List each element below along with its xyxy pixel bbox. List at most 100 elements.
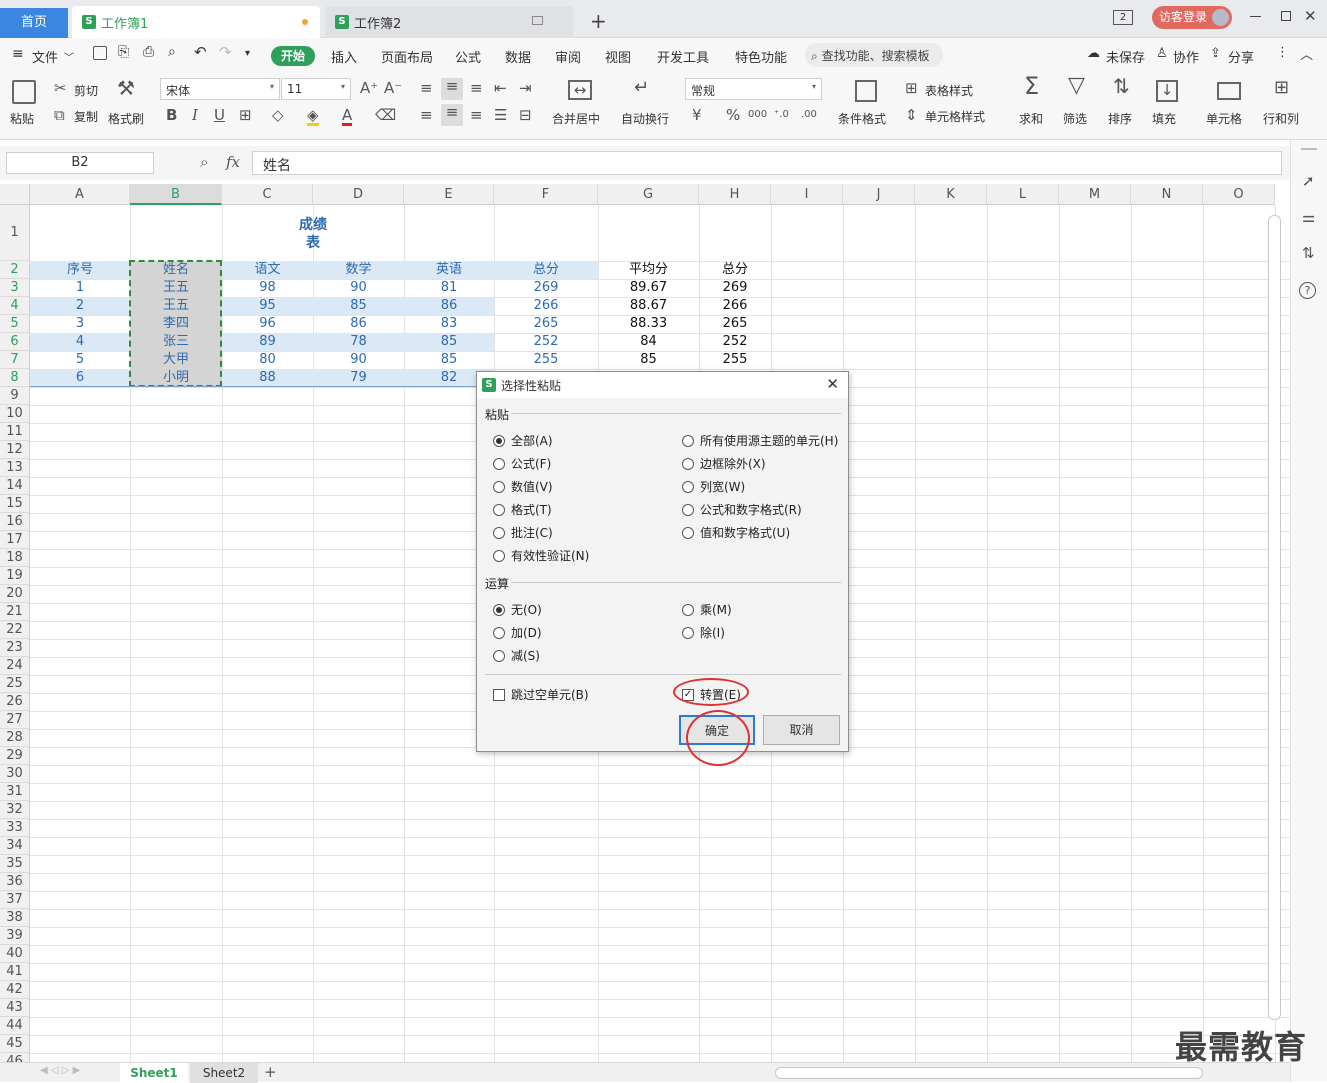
maximize-icon[interactable]: [1281, 11, 1291, 21]
percent-icon[interactable]: %: [726, 107, 740, 123]
guest-login-button[interactable]: 访客登录: [1152, 6, 1232, 29]
data-cell[interactable]: 85: [598, 351, 699, 369]
data-cell[interactable]: 81: [404, 279, 494, 297]
column-header-D[interactable]: D: [313, 184, 404, 205]
data-cell[interactable]: 255: [494, 351, 598, 369]
sheet-nav-icon[interactable]: ◀ ◁ ▷ ▶: [40, 1065, 80, 1076]
increase-font-icon[interactable]: A⁺: [360, 80, 378, 96]
fill-down-icon[interactable]: ↓: [1156, 80, 1178, 102]
data-cell[interactable]: 89.67: [598, 279, 699, 297]
paste-option[interactable]: 格式(T): [493, 501, 552, 518]
share-icon[interactable]: ⇪: [1210, 46, 1221, 61]
home-tab[interactable]: 首页: [0, 8, 68, 38]
header-cell[interactable]: 总分: [494, 261, 598, 279]
row-header-19[interactable]: 19: [0, 567, 30, 585]
data-cell[interactable]: 88: [222, 369, 313, 387]
paste-button[interactable]: 粘贴: [10, 110, 34, 127]
menu-item-view[interactable]: 视图: [605, 47, 631, 66]
formula-input[interactable]: 姓名: [252, 151, 1282, 175]
data-cell[interactable]: 95: [222, 297, 313, 315]
row-header-1[interactable]: 1: [0, 205, 30, 261]
row-header-5[interactable]: 5: [0, 315, 30, 333]
paste-option[interactable]: 批注(C): [493, 524, 553, 541]
indent-increase-icon[interactable]: ⇥: [519, 80, 532, 96]
operation-option[interactable]: 加(D): [493, 624, 542, 641]
zoom-icon[interactable]: ⌕: [200, 153, 208, 171]
cell-button[interactable]: 单元格: [1206, 110, 1242, 127]
paste-option[interactable]: 边框除外(X): [682, 455, 766, 472]
data-cell[interactable]: 83: [404, 315, 494, 333]
sum-icon[interactable]: Σ: [1024, 74, 1039, 98]
align-top-icon[interactable]: ≡: [420, 80, 433, 96]
row-header-9[interactable]: 9: [0, 387, 30, 405]
help-icon[interactable]: ?: [1299, 282, 1316, 299]
column-header-N[interactable]: N: [1131, 184, 1203, 205]
data-cell[interactable]: 1: [30, 279, 130, 297]
merge-center-button[interactable]: 合并居中: [552, 110, 600, 127]
row-header-26[interactable]: 26: [0, 693, 30, 711]
paste-option[interactable]: 数值(V): [493, 478, 553, 495]
row-header-25[interactable]: 25: [0, 675, 30, 693]
operation-option[interactable]: 除(I): [682, 624, 725, 641]
row-header-21[interactable]: 21: [0, 603, 30, 621]
column-header-L[interactable]: L: [987, 184, 1059, 205]
print-icon[interactable]: ⎙: [143, 44, 154, 60]
header-cell[interactable]: 数学: [313, 261, 404, 279]
row-header-24[interactable]: 24: [0, 657, 30, 675]
cell-style-button[interactable]: 单元格样式: [925, 108, 985, 125]
row-header-14[interactable]: 14: [0, 477, 30, 495]
row-header-28[interactable]: 28: [0, 729, 30, 747]
data-cell[interactable]: 86: [313, 315, 404, 333]
row-header-31[interactable]: 31: [0, 783, 30, 801]
row-header-22[interactable]: 22: [0, 621, 30, 639]
row-col-icon[interactable]: ⊞: [1274, 79, 1289, 97]
paste-icon[interactable]: [12, 80, 36, 104]
format-painter-icon[interactable]: ⚒: [117, 78, 135, 98]
row-header-11[interactable]: 11: [0, 423, 30, 441]
column-header-B[interactable]: B: [130, 184, 222, 205]
decrease-font-icon[interactable]: A⁻: [384, 80, 402, 96]
sort-button[interactable]: 排序: [1108, 110, 1132, 127]
wrap-text-button[interactable]: 自动换行: [621, 110, 669, 127]
column-header-O[interactable]: O: [1203, 184, 1275, 205]
column-header-E[interactable]: E: [404, 184, 494, 205]
data-cell[interactable]: 266: [699, 297, 771, 315]
header-cell[interactable]: 语文: [222, 261, 313, 279]
collab-icon[interactable]: ♙: [1156, 46, 1168, 61]
row-header-7[interactable]: 7: [0, 351, 30, 369]
border-icon[interactable]: ⊞: [239, 107, 252, 123]
bold-button[interactable]: B: [166, 107, 177, 123]
tab-sheet1[interactable]: Sheet1: [120, 1063, 188, 1083]
new-tab-button[interactable]: +: [590, 9, 607, 33]
data-cell[interactable]: 4: [30, 333, 130, 351]
paste-option[interactable]: 值和数字格式(U): [682, 524, 790, 541]
quick-access-dropdown-icon[interactable]: ▾: [245, 48, 250, 59]
row-header-38[interactable]: 38: [0, 909, 30, 927]
menu-item-review[interactable]: 审阅: [555, 47, 581, 66]
data-cell[interactable]: 266: [494, 297, 598, 315]
column-header-M[interactable]: M: [1059, 184, 1131, 205]
fx-button[interactable]: fx: [226, 153, 240, 171]
data-cell[interactable]: 86: [404, 297, 494, 315]
eraser-icon[interactable]: ⌫: [375, 107, 396, 123]
data-cell[interactable]: 5: [30, 351, 130, 369]
row-header-15[interactable]: 15: [0, 495, 30, 513]
data-cell[interactable]: 269: [699, 279, 771, 297]
fill-style-icon[interactable]: ◇: [272, 107, 284, 123]
undo-icon[interactable]: ↶: [194, 43, 207, 61]
data-cell[interactable]: 265: [699, 315, 771, 333]
align-right-icon[interactable]: ≡: [470, 107, 483, 123]
data-cell[interactable]: 小明: [130, 369, 222, 387]
column-header-F[interactable]: F: [494, 184, 598, 205]
cancel-button[interactable]: 取消: [763, 715, 840, 745]
menu-item-start[interactable]: 开始: [271, 46, 315, 66]
menu-item-developer[interactable]: 开发工具: [657, 47, 709, 66]
filter-button[interactable]: 筛选: [1063, 110, 1087, 127]
data-cell[interactable]: 88.33: [598, 315, 699, 333]
row-header-36[interactable]: 36: [0, 873, 30, 891]
paste-option[interactable]: 列宽(W): [682, 478, 745, 495]
paste-option[interactable]: 公式(F): [493, 455, 551, 472]
justify-icon[interactable]: ☰: [494, 107, 507, 123]
font-name-select[interactable]: 宋体 ▾: [160, 78, 280, 100]
data-cell[interactable]: 269: [494, 279, 598, 297]
